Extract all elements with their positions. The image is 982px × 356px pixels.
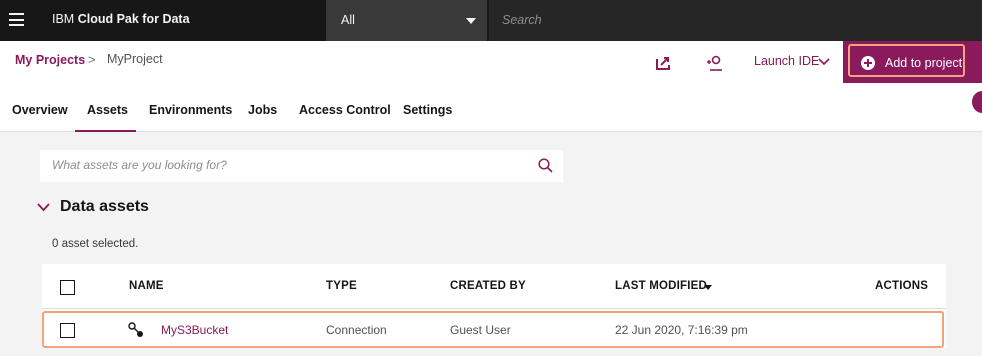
tab-assets[interactable]: Assets [87,103,128,117]
asset-type: Connection [326,323,387,337]
add-collaborator-icon[interactable] [706,54,724,72]
export-icon[interactable] [654,54,672,72]
search-scope-value: All [341,13,355,27]
section-title-data-assets: Data assets [60,198,149,215]
caret-down-icon [466,18,476,24]
top-navigation-bar: IBM Cloud Pak for Data All Search [0,0,982,41]
product-brand[interactable]: IBM Cloud Pak for Data [52,12,190,26]
column-header-actions: ACTIONS [875,280,929,292]
launch-ide-menu[interactable]: Launch IDE [754,54,819,68]
tab-environments[interactable]: Environments [149,103,232,117]
collapse-chevron-icon[interactable] [37,202,50,212]
connection-icon [128,322,143,337]
global-search-input[interactable]: Search [489,0,982,41]
search-scope-dropdown[interactable]: All [326,0,487,41]
header-divider [42,308,946,309]
asset-last-modified: 22 Jun 2020, 7:16:39 pm [615,323,748,337]
search-icon[interactable] [538,158,553,173]
tab-overview[interactable]: Overview [12,103,68,117]
brand-name: Cloud Pak for Data [77,12,190,26]
active-tab-indicator [75,130,136,132]
data-assets-table: NAME TYPE CREATED BY LAST MODIFIED ACTIO… [42,264,946,348]
breadcrumb-my-projects[interactable]: My Projects [15,53,85,67]
asset-created-by: Guest User [450,323,511,337]
add-circle-icon [861,56,875,70]
sort-descending-icon[interactable] [704,285,712,290]
breadcrumb-separator: > [88,52,96,67]
column-header-type[interactable]: TYPE [326,280,357,292]
tab-access-control[interactable]: Access Control [299,103,391,117]
add-to-project-button[interactable]: Add to project [843,41,982,83]
tab-settings[interactable]: Settings [403,103,452,117]
project-header: My Projects > MyProject Launch IDE Add t… [0,41,982,84]
add-to-project-highlight: Add to project [848,44,965,77]
column-header-created-by[interactable]: CREATED BY [450,280,526,292]
asset-name-link[interactable]: MyS3Bucket [161,323,228,337]
add-to-project-label: Add to project [885,56,963,70]
hamburger-menu-icon[interactable] [9,13,24,26]
column-header-name[interactable]: NAME [129,280,164,292]
asset-search-input[interactable]: What assets are you looking for? [40,150,563,182]
brand-prefix: IBM [52,12,75,26]
row-select-checkbox[interactable] [60,323,75,338]
asset-search-placeholder: What assets are you looking for? [52,158,227,172]
column-header-last-modified[interactable]: LAST MODIFIED [615,280,707,292]
chevron-down-icon [818,58,830,66]
selection-status: 0 asset selected. [52,238,139,250]
project-tabs: Overview Assets Environments Jobs Access… [0,84,982,132]
tab-jobs[interactable]: Jobs [248,103,277,117]
global-search-placeholder: Search [502,13,542,27]
breadcrumb-current-project: MyProject [107,52,163,66]
select-all-checkbox[interactable] [60,280,75,295]
